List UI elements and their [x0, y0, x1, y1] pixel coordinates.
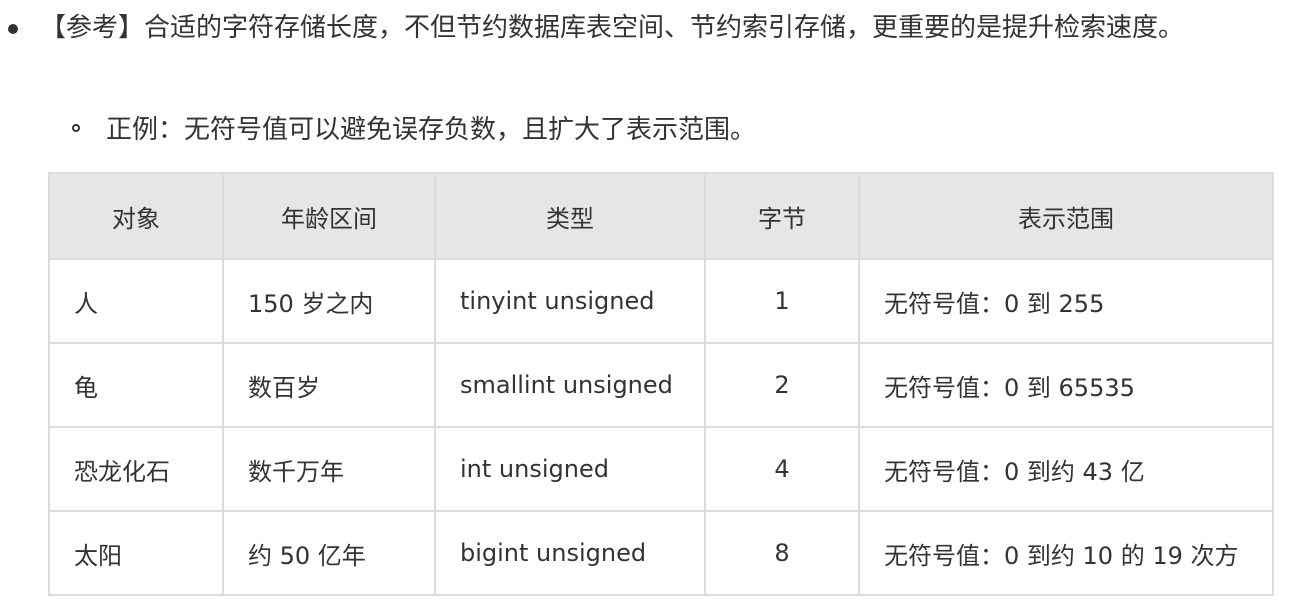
- cell-type: bigint unsigned: [434, 510, 706, 596]
- bullet-text: 【参考】合适的字符存储长度，不但节约数据库表空间、节约索引存储，更重要的是提升检…: [40, 13, 1185, 43]
- cell-type: int unsigned: [434, 426, 706, 512]
- header-bytes: 字节: [704, 172, 860, 260]
- cell-object: 龟: [48, 342, 224, 428]
- cell-bytes: 8: [704, 510, 860, 596]
- cell-age-range: 数千万年: [222, 426, 436, 512]
- cell-range: 无符号值：0 到 255: [858, 258, 1274, 344]
- cell-type: smallint unsigned: [434, 342, 706, 428]
- cell-bytes: 1: [704, 258, 860, 344]
- cell-type: tinyint unsigned: [434, 258, 706, 344]
- cell-bytes: 4: [704, 426, 860, 512]
- table-row: 龟 数百岁 smallint unsigned 2 无符号值：0 到 65535: [48, 342, 1274, 428]
- unsigned-range-table: 对象 年龄区间 类型 字节 表示范围 人 150 岁之内 tinyint uns…: [48, 172, 1274, 596]
- cell-object: 人: [48, 258, 224, 344]
- sub-bullet-text: 正例：无符号值可以避免误存负数，且扩大了表示范围。: [106, 115, 757, 145]
- cell-age-range: 150 岁之内: [222, 258, 436, 344]
- header-type: 类型: [434, 172, 706, 260]
- header-age-range: 年龄区间: [222, 172, 436, 260]
- bullet-dot-icon: [8, 24, 18, 34]
- table-row: 太阳 约 50 亿年 bigint unsigned 8 无符号值：0 到约 1…: [48, 510, 1274, 596]
- header-range: 表示范围: [858, 172, 1274, 260]
- cell-age-range: 约 50 亿年: [222, 510, 436, 596]
- table-row: 人 150 岁之内 tinyint unsigned 1 无符号值：0 到 25…: [48, 258, 1274, 344]
- cell-range: 无符号值：0 到约 43 亿: [858, 426, 1274, 512]
- table-header-row: 对象 年龄区间 类型 字节 表示范围: [48, 172, 1274, 260]
- header-object: 对象: [48, 172, 224, 260]
- bullet-item: 【参考】合适的字符存储长度，不但节约数据库表空间、节约索引存储，更重要的是提升检…: [8, 6, 1273, 50]
- cell-range: 无符号值：0 到约 10 的 19 次方: [858, 510, 1274, 596]
- cell-age-range: 数百岁: [222, 342, 436, 428]
- cell-object: 太阳: [48, 510, 224, 596]
- hollow-circle-icon: [72, 124, 80, 132]
- cell-bytes: 2: [704, 342, 860, 428]
- sub-bullet-item: 正例：无符号值可以避免误存负数，且扩大了表示范围。: [72, 110, 756, 150]
- cell-object: 恐龙化石: [48, 426, 224, 512]
- cell-range: 无符号值：0 到 65535: [858, 342, 1274, 428]
- table-row: 恐龙化石 数千万年 int unsigned 4 无符号值：0 到约 43 亿: [48, 426, 1274, 512]
